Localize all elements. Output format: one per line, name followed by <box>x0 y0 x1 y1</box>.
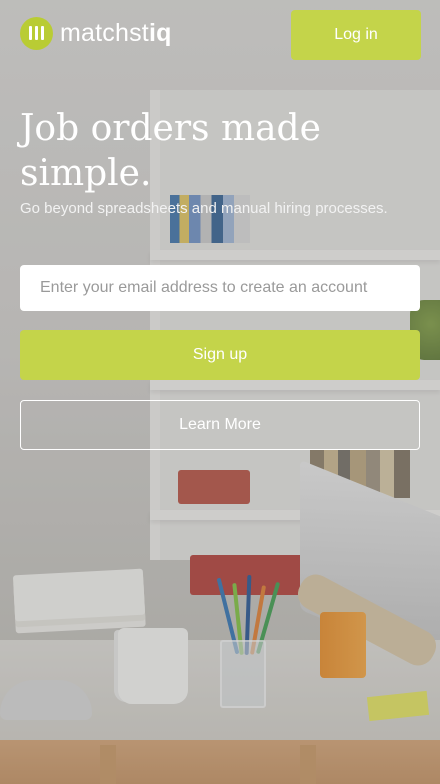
learn-more-button[interactable]: Learn More <box>20 400 420 450</box>
logo[interactable]: matchstiq <box>20 15 172 51</box>
hero-subtitle: Go beyond spreadsheets and manual hiring… <box>20 200 388 217</box>
top-bar: matchstiq Log in <box>0 0 440 70</box>
login-button[interactable]: Log in <box>291 10 421 60</box>
logo-text-regular: matchst <box>60 18 149 47</box>
logo-text-bold: iq <box>148 18 172 47</box>
matchstiq-logo-icon <box>20 16 53 50</box>
hero-title: Job orders made simple. <box>20 108 321 194</box>
logo-wordmark: matchstiq <box>60 19 172 48</box>
signup-button[interactable]: Sign up <box>20 330 420 380</box>
email-input[interactable] <box>20 265 420 311</box>
